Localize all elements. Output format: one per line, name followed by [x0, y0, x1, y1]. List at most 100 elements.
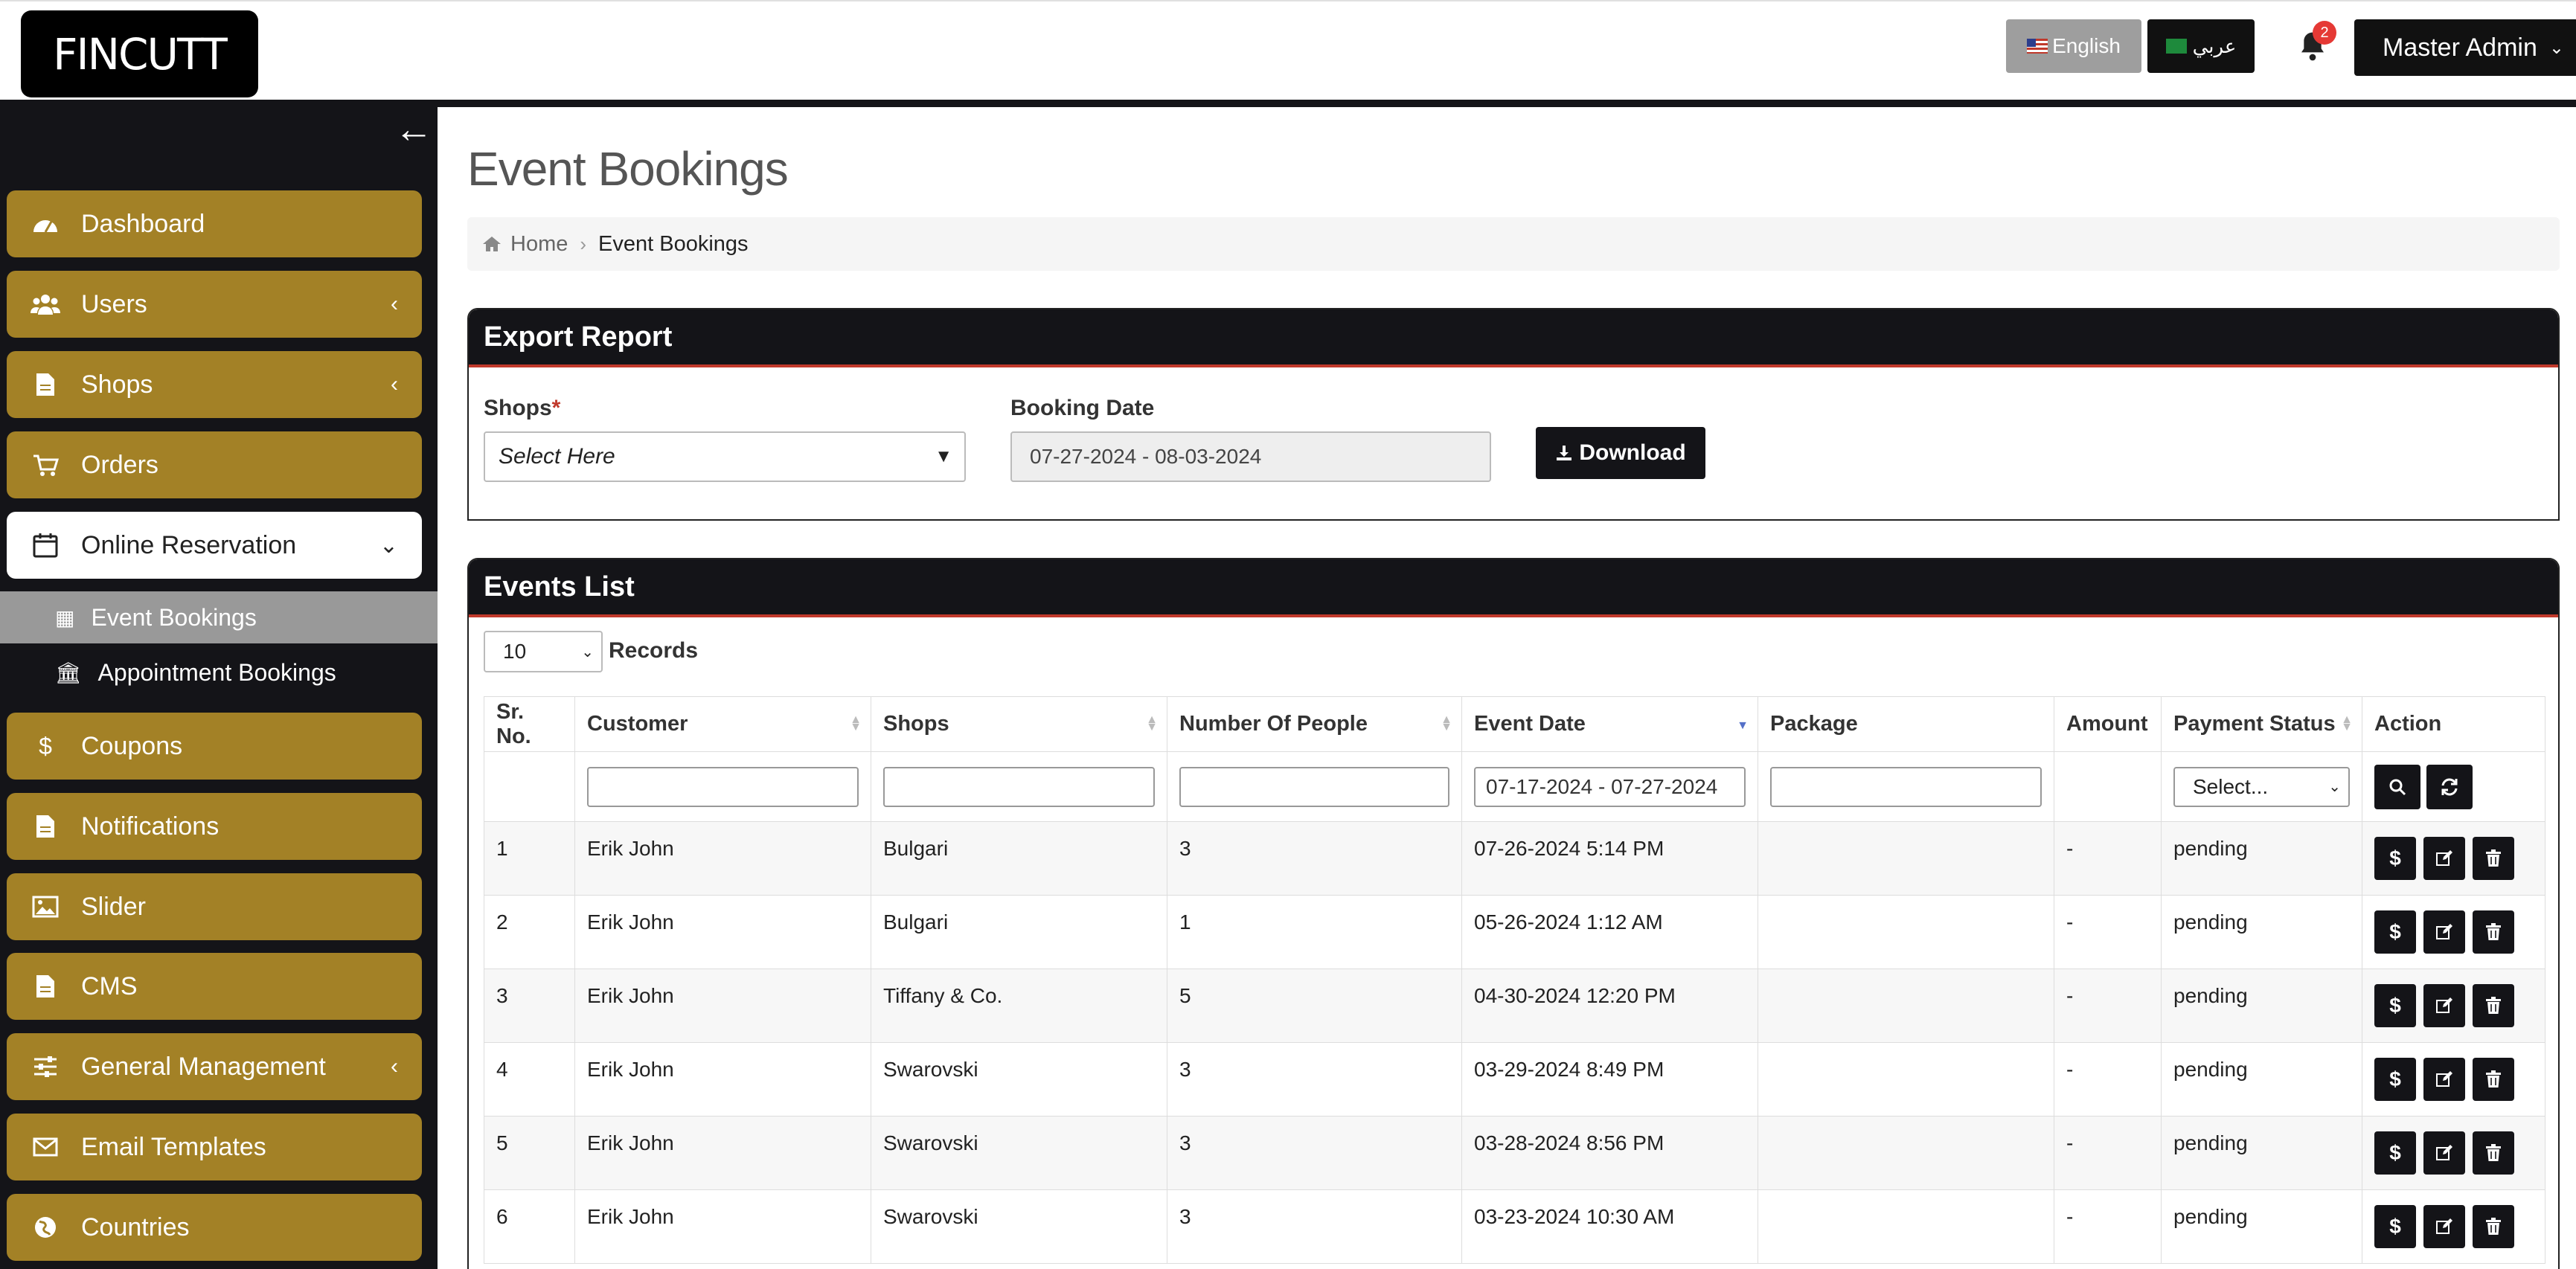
dollar-icon: $ — [2389, 1067, 2401, 1090]
booking-date-input[interactable]: 07-27-2024 - 08-03-2024 — [1010, 431, 1491, 482]
sidebar-item-label: Online Reservation — [81, 530, 297, 559]
sidebar-item-coupons[interactable]: $ Coupons — [7, 713, 422, 780]
sidebar-item-label: CMS — [81, 971, 138, 1000]
sidebar-item-dashboard[interactable]: Dashboard — [7, 190, 422, 257]
chevron-down-icon: ⌄ — [2548, 37, 2564, 58]
sidebar-item-email-templates[interactable]: Email Templates — [7, 1114, 422, 1180]
edit-button[interactable] — [2423, 910, 2465, 954]
sidebar-item-users[interactable]: Users ‹ — [7, 271, 422, 338]
column-header-package: Package — [1758, 696, 2054, 752]
export-report-title: Export Report — [469, 309, 2558, 367]
cart-icon — [31, 450, 60, 480]
delete-button[interactable] — [2473, 837, 2514, 880]
sidebar-item-orders[interactable]: Orders — [7, 431, 422, 498]
cell-event-date: 03-29-2024 8:49 PM — [1461, 1042, 1758, 1117]
cell-event-date: 05-26-2024 1:12 AM — [1461, 895, 1758, 969]
sidebar-item-slider[interactable]: Slider — [7, 873, 422, 940]
sidebar-item-label: Countries — [81, 1212, 190, 1241]
payment-button[interactable]: $ — [2374, 984, 2416, 1027]
column-header-number-of-people[interactable]: Number Of People ▲ ▼ — [1167, 696, 1462, 752]
customer-filter-input[interactable] — [587, 766, 859, 807]
events-table: Sr. No. Customer ▲ ▼ Shops ▲ ▼ Number Of Peo… — [484, 696, 2545, 1264]
people-filter-input[interactable] — [1179, 766, 1449, 807]
cell-amount: - — [2054, 895, 2162, 969]
delete-button[interactable] — [2473, 910, 2514, 954]
sidebar-item-label: General Management — [81, 1052, 326, 1081]
arabic-language-button[interactable]: عربي — [2147, 19, 2255, 73]
cell-event-date: 07-26-2024 5:14 PM — [1461, 821, 1758, 896]
sidebar-item-label: Coupons — [81, 731, 183, 760]
sidebar-item-general-management[interactable]: General Management ‹ — [7, 1033, 422, 1100]
shops-select[interactable]: Select Here ▼ — [484, 431, 966, 482]
download-button[interactable]: Download — [1536, 427, 1705, 479]
chevron-left-icon: ‹ — [391, 292, 398, 316]
edit-button[interactable] — [2423, 1131, 2465, 1175]
cell-amount: - — [2054, 1042, 2162, 1117]
chevron-down-icon: ⌄ — [379, 533, 398, 558]
edit-button[interactable] — [2423, 837, 2465, 880]
edit-button[interactable] — [2423, 1058, 2465, 1101]
payment-button[interactable]: $ — [2374, 1205, 2416, 1248]
column-header-shops[interactable]: Shops ▲ ▼ — [871, 696, 1167, 752]
payment-button[interactable]: $ — [2374, 837, 2416, 880]
payment-status-filter-select[interactable]: Select... ⌄ — [2173, 766, 2350, 807]
delete-button[interactable] — [2473, 1058, 2514, 1101]
payment-button[interactable]: $ — [2374, 1058, 2416, 1101]
delete-button[interactable] — [2473, 1205, 2514, 1248]
sort-descending-icon: ▼ — [1737, 719, 1749, 732]
delete-button[interactable] — [2473, 984, 2514, 1027]
sidebar-subitem-appointment-bookings[interactable]: 🏛 Appointment Bookings — [0, 646, 438, 698]
breadcrumb-home-link[interactable]: Home — [482, 232, 568, 257]
cell-package — [1758, 968, 2054, 1043]
cell-actions: $ — [2362, 1042, 2545, 1117]
payment-button[interactable]: $ — [2374, 910, 2416, 954]
document-icon — [31, 370, 60, 399]
payment-button[interactable]: $ — [2374, 1131, 2416, 1175]
sidebar-item-online-reservation[interactable]: Online Reservation ⌄ — [7, 512, 422, 579]
dashboard-icon — [31, 209, 60, 239]
cell-amount: - — [2054, 968, 2162, 1043]
sidebar-item-label: Shops — [81, 370, 153, 399]
event-date-filter-input[interactable]: 07-17-2024 - 07-27-2024 — [1474, 766, 1746, 807]
table-header-row: Sr. No. Customer ▲ ▼ Shops ▲ ▼ Number Of Peo… — [484, 696, 2545, 752]
sidebar-item-cms[interactable]: CMS — [7, 953, 422, 1020]
sidebar-item-label: Users — [81, 289, 147, 318]
fincutt-logo[interactable]: FINCUTT — [21, 10, 258, 97]
package-filter-input[interactable] — [1770, 766, 2042, 807]
column-header-event-date[interactable]: Event Date ▼ — [1461, 696, 1758, 752]
sidebar-subitem-event-bookings[interactable]: ▦ Event Bookings — [0, 591, 438, 643]
cell-package — [1758, 895, 2054, 969]
delete-button[interactable] — [2473, 1131, 2514, 1175]
edit-icon — [2436, 1218, 2452, 1234]
column-header-customer[interactable]: Customer ▲ ▼ — [574, 696, 871, 752]
search-icon — [2389, 779, 2406, 795]
master-admin-dropdown[interactable]: Master Admin ⌄ — [2354, 19, 2576, 76]
users-icon — [31, 289, 60, 319]
sidebar-item-countries[interactable]: Countries — [7, 1194, 422, 1261]
records-per-page-select[interactable]: 10 ⌄ — [484, 631, 603, 672]
page-title: Event Bookings — [467, 142, 789, 196]
column-header-payment-status[interactable]: Payment Status ▲ ▼ — [2161, 696, 2362, 752]
edit-button[interactable] — [2423, 1205, 2465, 1248]
dollar-icon: $ — [2389, 1215, 2401, 1238]
sidebar-item-shops[interactable]: Shops ‹ — [7, 351, 422, 418]
cell-payment-status: pending — [2161, 1189, 2362, 1264]
sidebar-item-notifications[interactable]: Notifications — [7, 793, 422, 860]
english-language-button[interactable]: English — [2006, 19, 2141, 73]
table-row: 5 Erik John Swarovski 3 03-28-2024 8:56 PM - p… — [484, 1116, 2545, 1190]
sidebar-item-label: Slider — [81, 892, 146, 921]
cell-amount: - — [2054, 1189, 2162, 1264]
sort-icon: ▲ ▼ — [2341, 713, 2353, 733]
sort-icon: ▲ ▼ — [1146, 713, 1158, 733]
shops-filter-input[interactable] — [883, 766, 1155, 807]
top-header: FINCUTT English عربي 2 Master Admin ⌄ — [0, 0, 2576, 101]
cell-shop: Bulgari — [871, 895, 1167, 969]
edit-icon — [2436, 1145, 2452, 1160]
arrow-left-icon[interactable]: ← — [393, 108, 435, 151]
cell-amount: - — [2054, 1116, 2162, 1190]
cell-shop: Swarovski — [871, 1189, 1167, 1264]
sidebar-item-label: Email Templates — [81, 1132, 266, 1161]
edit-button[interactable] — [2423, 984, 2465, 1027]
search-button[interactable] — [2374, 764, 2420, 809]
reset-button[interactable] — [2426, 764, 2473, 809]
